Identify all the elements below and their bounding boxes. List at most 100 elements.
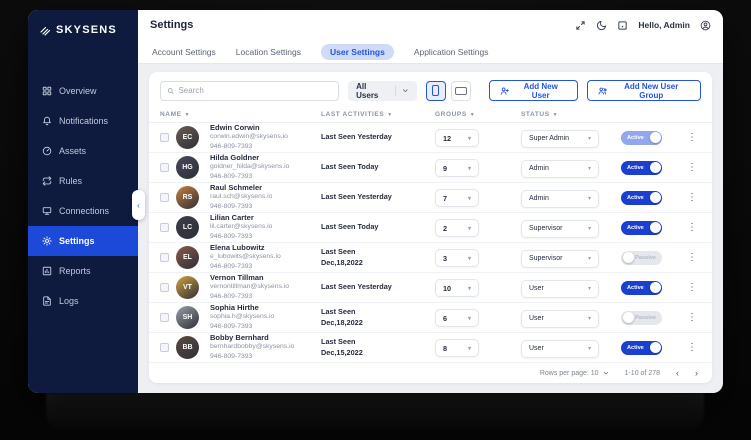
sidebar-item-rules[interactable]: Rules [28, 166, 138, 196]
chevron-down-icon: ▾ [467, 225, 471, 232]
inbox-box-icon[interactable] [617, 20, 628, 31]
greeting-text: Hello, Admin [638, 20, 690, 30]
column-header-groups[interactable]: Groups ▼ [435, 111, 521, 118]
status-toggle[interactable]: Active [621, 160, 662, 175]
add-new-user-button[interactable]: Add New User [488, 80, 578, 101]
toggle-knob [649, 162, 661, 173]
groups-dropdown[interactable]: 2 ▾ [435, 219, 479, 238]
row-checkbox[interactable] [160, 343, 169, 352]
row-checkbox[interactable] [160, 283, 169, 292]
tab-account-settings[interactable]: Account Settings [152, 47, 216, 57]
waves-signal-icon [40, 26, 51, 36]
row-menu-button[interactable]: ⋮ [683, 342, 701, 353]
rows-per-page-dropdown[interactable]: Rows per page: 10 [540, 370, 609, 377]
row-checkbox[interactable] [160, 193, 169, 202]
toggle-label: Active [627, 224, 644, 231]
groups-dropdown[interactable]: 9 ▾ [435, 159, 479, 178]
sidebar-item-settings[interactable]: Settings [28, 226, 138, 256]
row-checkbox[interactable] [160, 163, 169, 172]
groups-dropdown[interactable]: 7 ▾ [435, 189, 479, 208]
expand-icon[interactable] [575, 20, 586, 31]
role-dropdown[interactable]: User ▾ [521, 339, 599, 358]
search-icon [167, 87, 174, 94]
status-toggle[interactable]: Active [621, 220, 662, 235]
row-menu-button[interactable]: ⋮ [683, 282, 701, 293]
groups-count: 9 [443, 163, 448, 173]
table-row: SH Sophia Hirthe sophia.h@skysens.io 946… [149, 303, 712, 333]
row-menu-button[interactable]: ⋮ [683, 192, 701, 203]
card-view-button[interactable] [425, 80, 446, 101]
status-toggle[interactable]: Passive [621, 250, 662, 265]
column-header-last-activities[interactable]: Last Activities ▼ [321, 111, 435, 118]
row-menu-button[interactable]: ⋮ [683, 312, 701, 323]
column-header-name[interactable]: Name ▼ [160, 111, 321, 118]
toggle-label: Active [627, 194, 644, 201]
user-name: Edwin Corwin [210, 123, 260, 133]
status-toggle[interactable]: Active [621, 190, 662, 205]
row-checkbox[interactable] [160, 223, 169, 232]
avatar: RS [176, 186, 199, 209]
row-checkbox[interactable] [160, 253, 169, 262]
pagination-range: 1-10 of 278 [624, 369, 660, 377]
role-dropdown[interactable]: User ▾ [521, 279, 599, 298]
groups-dropdown[interactable]: 10 ▾ [435, 279, 479, 298]
row-checkbox[interactable] [160, 133, 169, 142]
status-toggle[interactable]: Active [621, 340, 662, 355]
role-dropdown[interactable]: User ▾ [521, 309, 599, 328]
sidebar-item-overview[interactable]: Overview [28, 76, 138, 106]
chevron-down-icon: ▾ [587, 286, 591, 293]
previous-page-button[interactable]: ‹ [676, 368, 679, 378]
row-menu-button[interactable]: ⋮ [683, 252, 701, 263]
groups-count: 7 [443, 193, 448, 203]
role-dropdown[interactable]: Admin ▾ [521, 189, 599, 208]
sidebar-item-notifications[interactable]: Notifications [28, 106, 138, 136]
row-menu-button[interactable]: ⋮ [683, 132, 701, 143]
role-value: Admin [529, 165, 549, 173]
sidebar-item-logs[interactable]: Logs [28, 286, 138, 316]
app-logo: SKYSENS [28, 10, 138, 50]
user-phone: 946-809-7393 [210, 263, 253, 270]
role-dropdown[interactable]: Supervisor ▾ [521, 219, 599, 238]
last-activity: Last Seen Dec,18,2022 [321, 306, 363, 327]
sidebar-item-connections[interactable]: Connections [28, 196, 138, 226]
tab-location-settings[interactable]: Location Settings [236, 47, 301, 57]
role-dropdown[interactable]: Supervisor ▾ [521, 249, 599, 268]
groups-dropdown[interactable]: 3 ▾ [435, 249, 479, 268]
status-toggle[interactable]: Active [621, 130, 662, 145]
table-row: VT Vernon Tillman vernontillman@skysens.… [149, 273, 712, 303]
view-toggle-group [425, 80, 471, 101]
next-page-button[interactable]: › [695, 368, 698, 378]
table-body: EC Edwin Corwin corwin.edwin@skysens.io … [149, 123, 712, 363]
search-input[interactable] [178, 86, 333, 95]
list-view-button[interactable] [450, 80, 471, 101]
users-filter-dropdown[interactable]: All Users [348, 80, 417, 101]
role-dropdown[interactable]: Super Admin ▾ [521, 129, 599, 148]
add-new-user-group-button[interactable]: Add New User Group [586, 80, 701, 101]
status-toggle[interactable]: Active [621, 280, 662, 295]
sidebar-collapse-handle[interactable]: ‹ [132, 190, 145, 220]
tab-user-settings[interactable]: User Settings [321, 43, 394, 60]
last-activity: Last Seen Dec,18,2022 [321, 246, 363, 267]
users-table-card: All Users Add New User [149, 72, 712, 383]
sidebar-item-assets[interactable]: Assets [28, 136, 138, 166]
status-toggle[interactable]: Passive [621, 310, 662, 325]
sort-icon: ▼ [387, 111, 393, 118]
avatar: BB [176, 336, 199, 359]
account-circle-icon[interactable] [700, 20, 711, 31]
column-header-status[interactable]: Status ▼ [521, 111, 621, 118]
tab-application-settings[interactable]: Application Settings [414, 47, 489, 57]
groups-dropdown[interactable]: 8 ▾ [435, 339, 479, 358]
user-name: Bobby Bernhard [210, 333, 269, 343]
groups-dropdown[interactable]: 6 ▾ [435, 309, 479, 328]
sidebar-item-reports[interactable]: Reports [28, 256, 138, 286]
user-identity: Raul Schmeler raul.sch@skysens.io 946-80… [210, 183, 321, 212]
row-checkbox[interactable] [160, 313, 169, 322]
user-identity: Vernon Tillman vernontillman@skysens.io … [210, 273, 321, 302]
groups-dropdown[interactable]: 12 ▾ [435, 129, 479, 148]
moon-icon[interactable] [596, 20, 607, 31]
gauge-icon [42, 146, 52, 156]
row-menu-button[interactable]: ⋮ [683, 162, 701, 173]
user-phone: 946-809-7393 [210, 203, 253, 210]
role-dropdown[interactable]: Admin ▾ [521, 159, 599, 178]
row-menu-button[interactable]: ⋮ [683, 222, 701, 233]
